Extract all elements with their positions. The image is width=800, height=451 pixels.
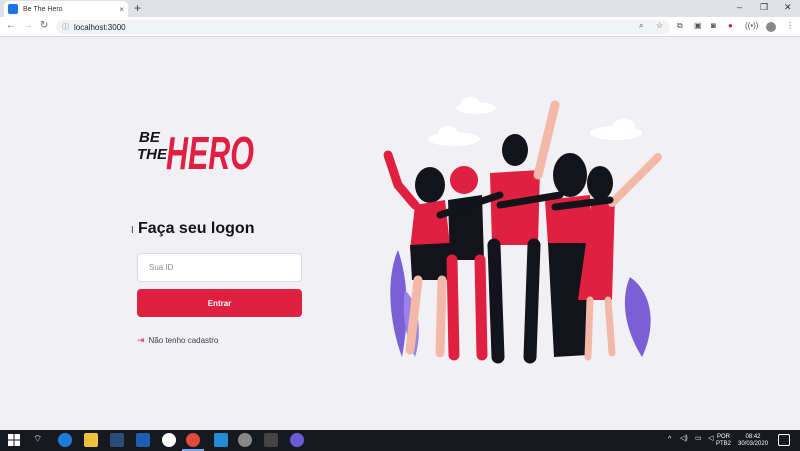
language-code: POR xyxy=(717,434,731,440)
clock-time: 08:42 xyxy=(745,434,761,440)
register-link-label: Não tenho cadastro xyxy=(148,336,219,345)
keyboard-layout: PTB2 xyxy=(716,441,732,447)
photos-icon[interactable] xyxy=(162,433,176,447)
minimize-button[interactable]: – xyxy=(737,2,742,12)
bookmark-star-icon[interactable]: ☆ xyxy=(656,21,663,30)
edge-icon[interactable] xyxy=(58,433,72,447)
outlook-icon[interactable] xyxy=(136,433,150,447)
back-arrow-icon[interactable]: ← xyxy=(6,20,16,31)
windows-start-icon[interactable] xyxy=(8,433,22,447)
clock-date: 30/03/2020 xyxy=(738,441,769,447)
opera-extension-icon[interactable]: ● xyxy=(728,21,733,30)
browser-tab-bar: Be The Hero × + – ❐ ✕ xyxy=(0,0,800,17)
language-indicator[interactable]: POR PTB2 xyxy=(716,434,731,448)
vscode-icon[interactable] xyxy=(214,433,228,447)
steam-icon[interactable] xyxy=(110,433,124,447)
profile-avatar[interactable] xyxy=(766,22,776,32)
windows-taskbar: ⌔ ^ ◁) ▭ ◁ POR PTB2 08:42 30/03/2020 xyxy=(0,430,800,451)
terminal-icon[interactable] xyxy=(264,433,278,447)
camera-extension-icon[interactable]: ◙ xyxy=(711,21,716,30)
clock[interactable]: 08:42 30/03/2020 xyxy=(738,434,768,448)
url-text[interactable]: localhost:3000 xyxy=(74,23,126,32)
heroes-illustration xyxy=(383,97,662,364)
tab-close-icon[interactable]: × xyxy=(119,5,124,14)
login-submit-button[interactable]: Entrar xyxy=(137,289,302,317)
reload-icon[interactable]: ↻ xyxy=(40,20,48,31)
menu-dots-icon[interactable]: ⋮ xyxy=(786,21,794,30)
zoom-icon[interactable]: ⌕ xyxy=(639,21,643,31)
notifications-icon[interactable] xyxy=(778,434,790,446)
tab-title: Be The Hero xyxy=(23,5,63,13)
svg-text:THE: THE xyxy=(137,146,168,163)
log-in-icon: ⇥ xyxy=(137,335,145,345)
new-tab-button[interactable]: + xyxy=(134,1,141,15)
id-input[interactable] xyxy=(137,253,302,282)
wifi-icon[interactable]: ⌔ xyxy=(33,433,47,447)
network-icon[interactable]: ▭ xyxy=(695,435,702,442)
app-icon[interactable] xyxy=(290,433,304,447)
be-the-hero-logo: BE THE HERO xyxy=(137,127,254,174)
browser-toolbar: ← → ↻ ⓘ localhost:3000 ⌕ ☆ ⧉ ▣ ◙ ● ((•))… xyxy=(0,17,800,37)
translate-extension-icon[interactable]: ⧉ xyxy=(677,21,683,31)
mouse-cursor-icon: I xyxy=(131,225,134,236)
browser-tab[interactable]: Be The Hero × xyxy=(4,1,128,17)
login-title: Faça seu logon xyxy=(138,220,255,237)
register-link[interactable]: ⇥ Não tenho cadastro xyxy=(137,335,218,346)
forward-arrow-icon[interactable]: → xyxy=(23,20,33,31)
maximize-button[interactable]: ❐ xyxy=(760,2,768,13)
close-window-button[interactable]: ✕ xyxy=(784,2,792,13)
speaker-icon[interactable]: ◁ xyxy=(708,435,713,442)
screenshot-extension-icon[interactable]: ▣ xyxy=(694,21,702,30)
favicon-icon xyxy=(8,4,18,14)
svg-text:BE: BE xyxy=(139,129,161,146)
chrome-icon[interactable] xyxy=(186,433,200,447)
cast-extension-icon[interactable]: ((•)) xyxy=(745,21,758,30)
svg-text:HERO: HERO xyxy=(166,127,254,174)
unity-icon[interactable] xyxy=(238,433,252,447)
info-icon[interactable]: ⓘ xyxy=(62,22,69,32)
file-explorer-icon[interactable] xyxy=(84,433,98,447)
volume-icon[interactable]: ◁) xyxy=(680,435,688,442)
tray-chevron-icon[interactable]: ^ xyxy=(668,436,671,443)
address-bar[interactable]: ⓘ localhost:3000 ⌕ ☆ xyxy=(56,20,670,34)
